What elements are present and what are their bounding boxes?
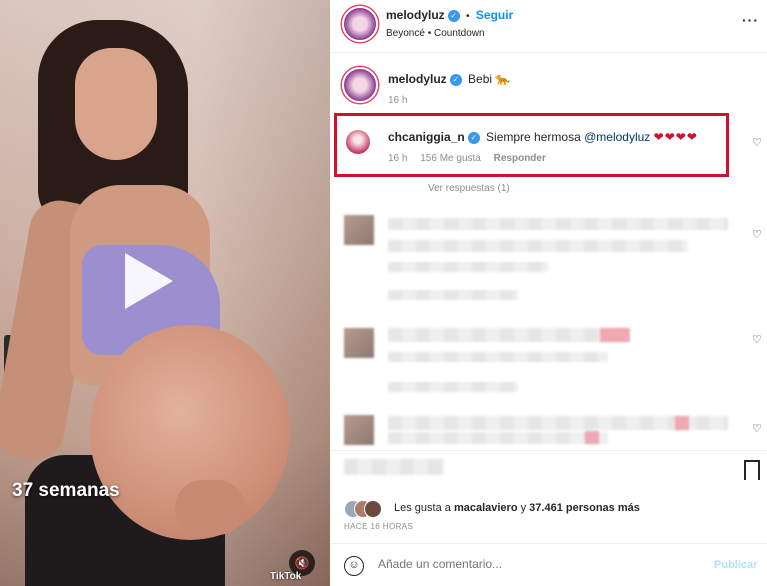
blurred-avatar [344,328,374,358]
hearts-emoji: ❤❤❤❤ [653,130,698,144]
like-comment-heart-icon[interactable]: ♡ [752,422,762,435]
blurred-comment [388,290,518,300]
like-comment-heart-icon[interactable]: ♡ [752,136,762,149]
video-figure-face [75,48,157,160]
blurred-comment [388,382,518,392]
caption-text: Bebi [468,72,493,86]
like-comment-heart-icon[interactable]: ♡ [752,333,762,346]
play-icon[interactable] [125,253,173,309]
caption-avatar[interactable] [342,67,378,103]
highlighted-comment: chcaniggia_n ✓ Siempre hermosa @melodyluz… [388,130,698,144]
leopard-emoji: 🐆 [495,72,511,86]
likes-prefix: Les gusta a [394,502,454,514]
publish-button[interactable]: Publicar [714,559,757,571]
like-comment-heart-icon[interactable]: ♡ [752,228,762,241]
header-divider [330,52,767,53]
blurred-comment [388,262,548,272]
header-separator: • [466,11,470,22]
likes-middle: y [517,502,530,514]
caption-time: 16 h [388,95,408,106]
follow-button[interactable]: Seguir [476,8,513,22]
actions-divider [330,450,767,451]
blurred-emoji [585,431,599,444]
comment-meta: 16 h 156 Me gusta Responder [388,153,556,164]
bookmark-icon[interactable] [744,460,760,486]
likers-avatars[interactable] [344,500,386,518]
blurred-comment [388,328,628,342]
video-figure-hand [175,480,245,535]
likes-summary[interactable]: Les gusta a macalaviero y 37.461 persona… [394,502,640,514]
commenter-avatar[interactable] [344,128,372,156]
blurred-emoji [600,328,630,342]
blurred-comment [388,218,728,230]
video-caption: 37 semanas [12,480,120,501]
comment-text: Siempre hermosa [486,130,581,144]
reply-button[interactable]: Responder [494,153,546,164]
blurred-emoji [675,416,689,430]
commenter-username[interactable]: chcaniggia_n [388,130,465,144]
post-header: melodyluz ✓ • Seguir [386,8,513,22]
comment-highlight-box [334,113,729,177]
verified-icon: ✓ [467,131,480,144]
blurred-comment [388,352,608,362]
liker-avatar [364,500,382,518]
input-divider [330,543,767,544]
blurred-comment [388,240,688,252]
comment-likes[interactable]: 156 Me gusta [420,153,481,164]
comment-mention[interactable]: @melodyluz [584,130,650,144]
emoji-icon[interactable]: ☺ [344,556,364,576]
caption-username[interactable]: melodyluz [388,72,447,86]
author-username[interactable]: melodyluz [386,8,445,22]
caption-line: melodyluz ✓ Bebi 🐆 [388,72,510,86]
verified-icon: ✓ [447,9,460,22]
view-replies[interactable]: Ver respuestas (1) [428,183,510,194]
post-panel: melodyluz ✓ • Seguir Beyoncé • Countdown … [330,0,767,586]
post-time: HACE 16 HORAS [344,522,414,531]
video-player[interactable]: 37 semanas 🔇 TikTok [0,0,330,586]
author-avatar[interactable] [342,6,378,42]
likes-user[interactable]: macalaviero [454,502,518,514]
verified-icon: ✓ [449,73,462,86]
comment-input[interactable] [378,557,698,571]
blurred-action-icons[interactable] [344,459,444,475]
blurred-comment [388,432,608,444]
comment-time: 16 h [388,153,408,164]
audio-link[interactable]: Beyoncé • Countdown [386,28,485,39]
blurred-avatar [344,215,374,245]
more-options-icon[interactable]: ··· [742,12,759,28]
likes-count[interactable]: 37.461 personas más [529,502,640,514]
tiktok-watermark: TikTok [270,571,302,582]
blurred-avatar [344,415,374,445]
